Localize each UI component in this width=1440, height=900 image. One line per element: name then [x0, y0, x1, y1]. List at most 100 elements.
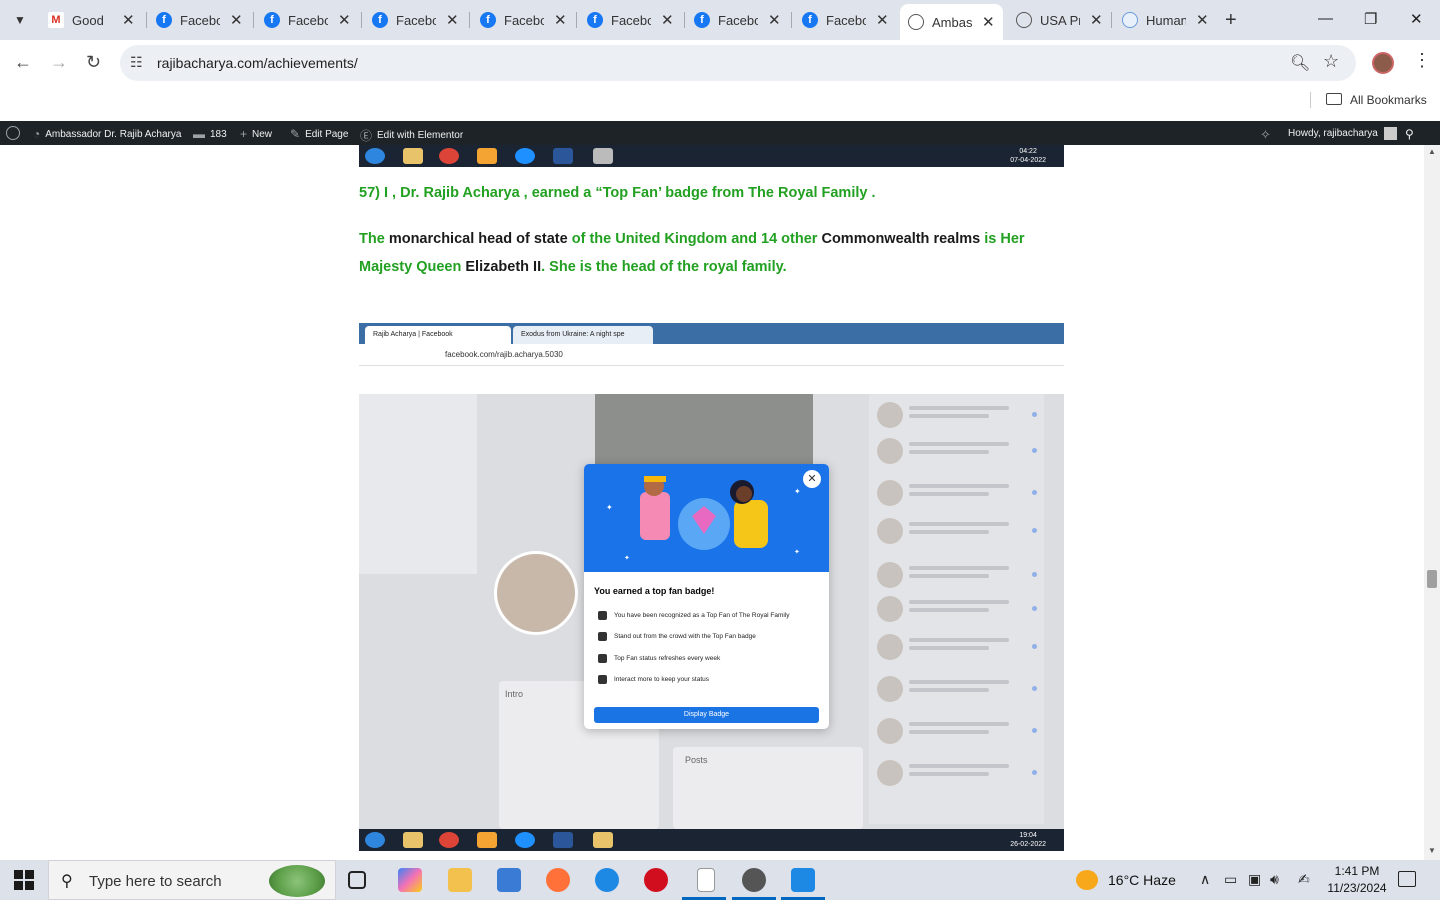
taskbar-search-box[interactable]: ⚲ Type here to search [48, 860, 336, 900]
tab-facebook[interactable]: f Facebo ✕ [480, 6, 567, 34]
ai-sparkle-icon[interactable]: ✧ [1260, 127, 1271, 143]
wp-search-icon[interactable]: ⚲ [1405, 127, 1414, 141]
tab-facebook[interactable]: f Facebo ✕ [264, 6, 351, 34]
calendar-icon [598, 654, 607, 663]
browser-menu-icon[interactable]: ⋮ [1413, 50, 1431, 71]
weather-haze-icon[interactable] [1076, 870, 1098, 890]
ie-icon [515, 832, 535, 848]
screenshot-posts-card: Posts [673, 747, 863, 829]
tab-facebook[interactable]: f Facebo ✕ [587, 6, 674, 34]
network-icon[interactable]: ▣ [1248, 871, 1261, 888]
tab-close-icon[interactable]: ✕ [122, 11, 135, 29]
firefox-icon[interactable] [546, 868, 570, 892]
tab-facebook[interactable]: f Facebo ✕ [694, 6, 781, 34]
minimize-icon[interactable]: — [1318, 10, 1333, 27]
facebook-icon: f [802, 12, 818, 28]
file-explorer-icon[interactable] [448, 868, 472, 892]
facebook-icon: f [587, 12, 603, 28]
notes-app-icon [593, 832, 613, 848]
achievement-paragraph: The monarchical head of state of the Uni… [359, 231, 1025, 275]
tab-search-button[interactable]: ▼ [6, 6, 34, 34]
tab-active-ambassador[interactable]: Ambas ✕ [900, 4, 1003, 40]
profile-avatar[interactable] [1372, 52, 1394, 74]
tab-close-icon[interactable]: ✕ [768, 11, 781, 29]
dialog-item: Stand out from the crowd with the Top Fa… [598, 632, 756, 641]
microsoft-store-icon[interactable] [497, 868, 521, 892]
wordpress-logo-icon[interactable] [6, 126, 25, 140]
comment-bubble-icon: ▬ [193, 127, 205, 141]
screenshot-taskbar-bottom: 19:04 26-02-2022 [359, 829, 1064, 851]
window-close-icon[interactable]: ✕ [1410, 10, 1423, 28]
globe-icon [1122, 12, 1138, 28]
tab-facebook[interactable]: f Facebo ✕ [372, 6, 459, 34]
app-icon[interactable] [595, 868, 619, 892]
reload-icon[interactable]: ↻ [86, 52, 101, 73]
volume-icon[interactable]: 🔊︎ [1270, 871, 1279, 888]
tab-close-icon[interactable]: ✕ [661, 11, 674, 29]
scroll-down-arrow-icon[interactable]: ▼ [1428, 846, 1436, 855]
new-tab-plus-icon[interactable]: + [1225, 9, 1237, 32]
screenshot-taskbar-top: 04:22 07-04-2022 [359, 145, 1064, 167]
tab-close-icon[interactable]: ✕ [876, 11, 889, 29]
page-scrollbar[interactable] [1424, 145, 1440, 860]
tab-usa[interactable]: USA Pr ✕ [1016, 6, 1103, 34]
screenshot-address-bar: facebook.com/rajib.acharya.5030 [359, 344, 1064, 366]
notification-center-icon[interactable] [1398, 871, 1416, 887]
zoom-magnifier-icon[interactable]: 🔍︎ [1290, 53, 1310, 73]
tab-gmail[interactable]: M Good ✕ [48, 6, 135, 34]
screenshot-left-panel [359, 394, 477, 574]
ie-icon [515, 148, 535, 164]
back-arrow-icon[interactable]: ← [14, 52, 32, 73]
tab-close-icon[interactable]: ✕ [982, 13, 995, 31]
media-player-icon [477, 148, 497, 164]
scroll-up-arrow-icon[interactable]: ▲ [1428, 147, 1436, 156]
start-orb-icon [365, 148, 385, 164]
pen-icon[interactable]: ✍︎ [1298, 871, 1310, 888]
search-highlight-image [269, 865, 325, 897]
tab-facebook[interactable]: f Facebo ✕ [802, 6, 889, 34]
tab-facebook[interactable]: f Facebo ✕ [156, 6, 243, 34]
tab-close-icon[interactable]: ✕ [554, 11, 567, 29]
taskbar-clock-time[interactable]: 1:41 PM [1334, 864, 1380, 878]
all-bookmarks-button[interactable]: All Bookmarks [1350, 93, 1427, 107]
tab-close-icon[interactable]: ✕ [230, 11, 243, 29]
address-bar[interactable]: ☷ rajibacharya.com/achievements/ 🔍︎ ☆ [120, 45, 1356, 81]
dialog-title: You earned a top fan badge! [594, 586, 715, 596]
tab-close-icon[interactable]: ✕ [446, 11, 459, 29]
photos-icon[interactable] [791, 868, 815, 892]
snipping-tool-icon[interactable] [742, 868, 766, 892]
tab-human[interactable]: Human ✕ [1122, 6, 1209, 34]
weather-widget[interactable]: 16°C Haze [1108, 872, 1176, 888]
scrollbar-thumb[interactable] [1427, 570, 1437, 588]
restore-icon[interactable]: ❐ [1364, 10, 1377, 28]
bookmarks-bar: All Bookmarks [0, 86, 1440, 121]
wp-new-link[interactable]: + New [240, 127, 272, 141]
task-view-icon[interactable] [348, 871, 366, 889]
wp-comments-link[interactable]: ▬ 183 [193, 127, 227, 141]
screenshot-clock: 04:22 07-04-2022 [1010, 148, 1046, 164]
opera-icon[interactable] [644, 868, 668, 892]
browser-tab-strip: ▼ M Good ✕ f Facebo ✕ f Facebo ✕ f Faceb… [0, 0, 1440, 40]
show-hidden-icons-chevron-icon[interactable]: ∧ [1200, 871, 1210, 888]
device-icon[interactable]: ▭ [1224, 871, 1237, 888]
bookmark-star-icon[interactable]: ☆ [1323, 51, 1339, 72]
wp-site-name-link[interactable]: ◔ Ambassador Dr. Rajib Acharya [33, 127, 181, 141]
wp-howdy-menu[interactable]: Howdy, rajibacharya [1288, 127, 1397, 140]
wp-elementor-link[interactable]: Ⓔ Edit with Elementor [360, 127, 463, 144]
svg-text:✦: ✦ [794, 487, 801, 496]
notepad-icon[interactable] [697, 868, 715, 892]
tab-close-icon[interactable]: ✕ [1090, 11, 1103, 29]
tab-close-icon[interactable]: ✕ [1196, 11, 1209, 29]
url-text[interactable]: rajibacharya.com/achievements/ [157, 55, 358, 71]
taskbar-clock-date[interactable]: 11/23/2024 [1322, 881, 1392, 895]
tab-close-icon[interactable]: ✕ [338, 11, 351, 29]
word-icon [553, 832, 573, 848]
dialog-close-button[interactable]: ✕ [803, 470, 821, 488]
achievement-heading: 57) I , Dr. Rajib Acharya , earned a “To… [359, 185, 876, 201]
copilot-icon[interactable] [398, 868, 422, 892]
wp-edit-page-link[interactable]: ✎ Edit Page [290, 127, 348, 141]
windows-start-button[interactable] [14, 870, 34, 890]
forward-arrow-icon[interactable]: → [50, 52, 68, 73]
site-settings-icon[interactable]: ☷ [130, 54, 143, 71]
display-badge-button[interactable]: Display Badge [594, 707, 819, 723]
